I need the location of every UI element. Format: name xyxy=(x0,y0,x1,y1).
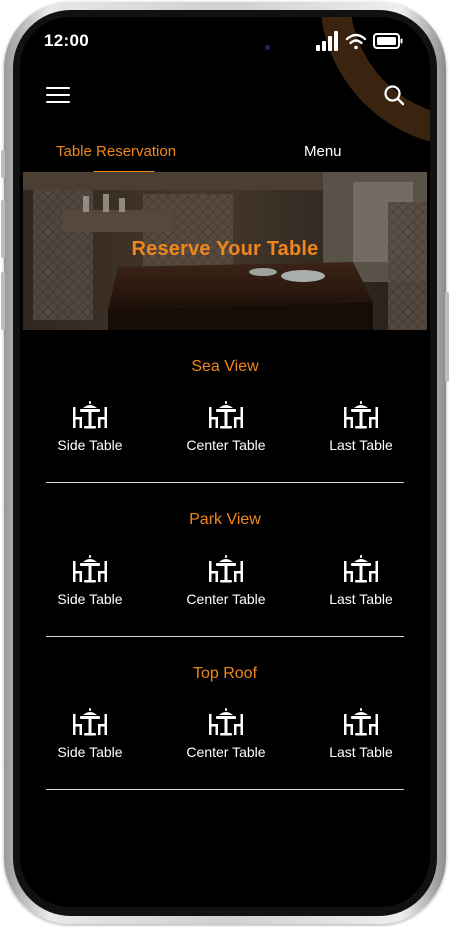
section-title-sea-view: Sea View xyxy=(191,358,259,375)
table-option-roof-center[interactable]: Center Table xyxy=(166,707,286,760)
volume-up-button xyxy=(1,200,5,258)
dining-table-icon xyxy=(73,555,107,583)
dining-table-icon xyxy=(209,401,243,429)
tab-table-reservation[interactable]: Table Reservation xyxy=(56,143,176,160)
banner-title: Reserve Your Table xyxy=(131,238,319,260)
table-label: Last Table xyxy=(329,591,393,607)
volume-down-button xyxy=(1,272,5,330)
dining-table-icon xyxy=(73,401,107,429)
table-label: Last Table xyxy=(329,744,393,760)
section-divider xyxy=(46,482,404,483)
battery-icon xyxy=(373,33,403,49)
table-option-park-side[interactable]: Side Table xyxy=(30,554,150,607)
table-label: Side Table xyxy=(57,744,123,760)
app-screen: 12:00 Table Reservation Menu Reserve You… xyxy=(20,17,430,907)
table-label: Side Table xyxy=(57,437,123,453)
table-option-sea-center[interactable]: Center Table xyxy=(166,400,286,453)
table-option-park-last[interactable]: Last Table xyxy=(301,554,421,607)
section-title-park-view: Park View xyxy=(189,511,261,528)
table-label: Side Table xyxy=(57,591,123,607)
reservation-banner: Reserve Your Table xyxy=(23,172,427,330)
action-button xyxy=(1,150,5,178)
power-button xyxy=(445,292,449,382)
hamburger-menu-icon[interactable] xyxy=(46,85,70,105)
section-title-top-roof: Top Roof xyxy=(192,665,258,682)
wifi-icon xyxy=(345,33,367,50)
status-time: 12:00 xyxy=(44,31,89,50)
dining-table-icon xyxy=(73,708,107,736)
search-icon[interactable] xyxy=(382,83,406,107)
dining-table-icon xyxy=(344,708,378,736)
status-icons xyxy=(316,31,403,51)
dining-table-icon xyxy=(209,555,243,583)
section-divider xyxy=(46,636,404,637)
table-label: Last Table xyxy=(329,437,393,453)
dining-table-icon xyxy=(344,401,378,429)
table-option-roof-side[interactable]: Side Table xyxy=(30,707,150,760)
table-label: Center Table xyxy=(186,744,266,760)
front-camera xyxy=(265,45,270,50)
table-option-roof-last[interactable]: Last Table xyxy=(301,707,421,760)
table-label: Center Table xyxy=(186,437,266,453)
dining-table-icon xyxy=(344,555,378,583)
table-option-sea-side[interactable]: Side Table xyxy=(30,400,150,453)
signal-icon xyxy=(316,31,338,51)
table-option-park-center[interactable]: Center Table xyxy=(166,554,286,607)
table-option-sea-last[interactable]: Last Table xyxy=(301,400,421,453)
table-label: Center Table xyxy=(186,591,266,607)
dining-table-icon xyxy=(209,708,243,736)
tab-menu[interactable]: Menu xyxy=(304,143,342,160)
section-divider xyxy=(46,789,404,790)
